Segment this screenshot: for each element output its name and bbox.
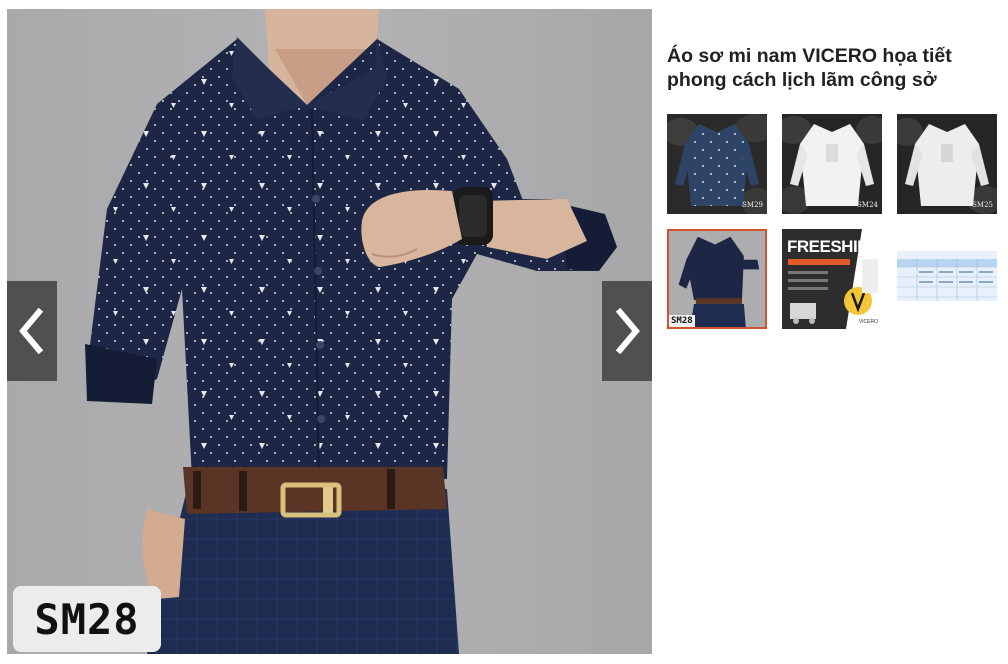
next-image-button[interactable] xyxy=(602,281,652,381)
product-code-badge: SM28 xyxy=(13,586,161,652)
thumbnail-sm29[interactable]: SM29 xyxy=(667,114,767,214)
thumbnail-image xyxy=(897,229,997,329)
thumbnail-sm28-selected[interactable]: SM28 xyxy=(667,229,767,329)
thumbnail-image xyxy=(782,114,882,214)
thumbnail-image xyxy=(897,114,997,214)
chevron-right-icon xyxy=(615,308,640,354)
product-image-viewer[interactable]: SM28 xyxy=(7,9,652,654)
thumbnail-sm24[interactable]: SM24 xyxy=(782,114,882,214)
product-title: Áo sơ mi nam VICERO họa tiết phong cách … xyxy=(667,45,952,91)
thumbnail-code: SM24 xyxy=(857,201,878,209)
thumbnail-image xyxy=(669,231,765,327)
prev-image-button[interactable] xyxy=(7,281,57,381)
thumbnail-code: SM29 xyxy=(742,201,763,209)
main-product-image xyxy=(85,9,617,654)
thumbnail-size-table[interactable] xyxy=(897,229,997,329)
freeship-label: FREESHIP xyxy=(787,237,869,256)
thumbnail-freeship[interactable]: FREESHIP VICERO xyxy=(782,229,882,329)
brand-label: VICERO xyxy=(858,319,878,325)
chevron-left-icon xyxy=(19,308,44,354)
thumbnail-code: SM28 xyxy=(669,315,695,327)
thumbnail-image xyxy=(667,114,767,214)
thumbnail-sm25[interactable]: SM25 xyxy=(897,114,997,214)
thumbnail-code: SM25 xyxy=(972,201,993,209)
